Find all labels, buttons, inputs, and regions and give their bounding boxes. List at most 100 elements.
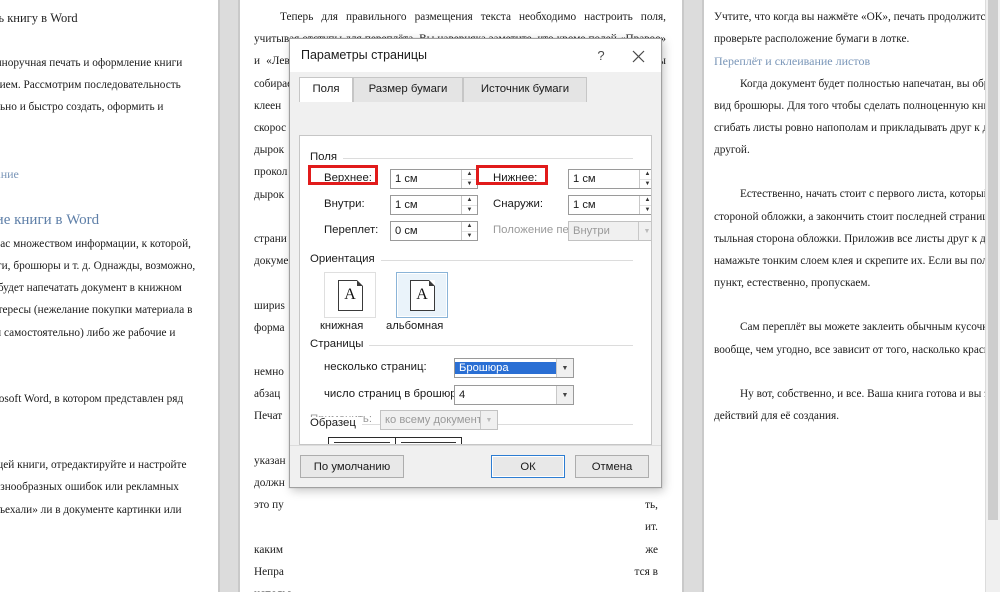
- chevron-down-icon[interactable]: ▼: [480, 411, 497, 429]
- spinner-down-icon[interactable]: ▼: [462, 232, 477, 241]
- document-paragraph: бдить нас множеством информации, к котор…: [0, 233, 218, 255]
- label-gutter: Переплет:: [324, 224, 378, 236]
- spinner-up-icon[interactable]: ▲: [462, 170, 477, 180]
- dialog-body: Поля Размер бумаги Источник бумаги Поля …: [290, 72, 661, 445]
- margins-row-inside: Внутри: ▲▼ Снаружи: ▲▼: [310, 195, 641, 215]
- input-gutter[interactable]: [391, 222, 461, 240]
- input-top-margin[interactable]: [391, 170, 461, 188]
- spinner-down-icon[interactable]: ▼: [640, 180, 652, 189]
- field-bottom-margin[interactable]: ▲▼: [568, 169, 652, 189]
- spinner-bottom-margin[interactable]: ▲▼: [639, 170, 652, 188]
- document-heading: сделать книгу в Word: [0, 6, 218, 30]
- page-setup-dialog[interactable]: Параметры страницы ? Поля Размер бумаги …: [289, 38, 662, 488]
- document-paragraph: ные интересы (нежелание покупки материал…: [0, 299, 218, 321]
- spinner-inside-margin[interactable]: ▲▼: [461, 196, 477, 214]
- field-top-margin[interactable]: ▲▼: [390, 169, 478, 189]
- document-text-fragment: Непра: [254, 561, 284, 583]
- field-gutter-position[interactable]: Внутри ▼: [568, 221, 652, 241]
- value-multiple-pages: Брошюра: [455, 362, 556, 374]
- document-paragraph: ей.: [0, 410, 218, 432]
- document-paragraph: Учтите, что когда вы нажмёте «ОК», печат…: [714, 6, 1000, 28]
- spinner-gutter[interactable]: ▲▼: [461, 222, 477, 240]
- paragraph-spacer: [0, 119, 218, 141]
- input-bottom-margin[interactable]: [569, 170, 639, 188]
- help-icon[interactable]: ?: [589, 46, 613, 66]
- document-paragraph: действий для её создания.: [714, 405, 1000, 427]
- value-sheets-per-booklet: 4: [455, 389, 556, 401]
- page-portrait-icon: A: [338, 280, 363, 311]
- document-text-fragment: использ: [254, 583, 292, 592]
- document-text-fragment: тся в: [635, 561, 658, 583]
- orientation-portrait[interactable]: A: [324, 272, 376, 318]
- document-column-left: сделать книгу в Wordобственноручная печа…: [0, 0, 218, 592]
- input-inside-margin[interactable]: [391, 196, 461, 214]
- orientation-landscape-label: альбомная: [386, 320, 443, 332]
- tab-margins[interactable]: Поля: [299, 77, 353, 102]
- document-paragraph: ет Microsoft Word, в котором представлен…: [0, 388, 218, 410]
- pages-group-header: Страницы: [310, 338, 641, 350]
- document-text-fragment: клеен: [254, 95, 281, 117]
- document-text-fragment: скорос: [254, 117, 286, 139]
- dialog-footer: По умолчанию ОК Отмена: [290, 445, 661, 487]
- chevron-down-icon[interactable]: ▼: [638, 222, 652, 240]
- label-inside-margin: Внутри:: [324, 198, 365, 210]
- group-rule: [310, 158, 633, 159]
- field-outside-margin[interactable]: ▲▼: [568, 195, 652, 215]
- paragraph-spacer: [0, 521, 218, 543]
- scrollbar-thumb[interactable]: [988, 0, 998, 520]
- document-text-fragment: же: [645, 539, 658, 561]
- paragraph-spacer: [0, 432, 218, 454]
- orientation-landscape[interactable]: A: [396, 272, 448, 318]
- chevron-down-icon[interactable]: ▼: [556, 386, 573, 404]
- document-paragraph: проверьте расположение бумаги в лотке.: [714, 28, 1000, 50]
- document-paragraph: м занятием. Рассмотрим последовательност…: [0, 74, 218, 96]
- spinner-up-icon[interactable]: ▲: [640, 196, 652, 206]
- spinner-top-margin[interactable]: ▲▼: [461, 170, 477, 188]
- cancel-button[interactable]: Отмена: [575, 455, 649, 478]
- field-sheets-per-booklet[interactable]: 4 ▼: [454, 385, 574, 405]
- spinner-down-icon[interactable]: ▼: [462, 206, 477, 215]
- document-paragraph: вообще, чем угодно, все зависит от того,…: [714, 339, 1000, 361]
- input-outside-margin[interactable]: [569, 196, 639, 214]
- document-text-fragment: прокол: [254, 161, 287, 183]
- document-text-fragment: каким: [254, 539, 283, 561]
- spinner-outside-margin[interactable]: ▲▼: [639, 196, 652, 214]
- field-multiple-pages[interactable]: Брошюра ▼: [454, 358, 574, 378]
- pages-group-label: Страницы: [310, 338, 369, 350]
- label-top-margin: Верхнее:: [324, 172, 372, 184]
- close-icon[interactable]: [623, 44, 653, 68]
- field-inside-margin[interactable]: ▲▼: [390, 195, 478, 215]
- defaults-button[interactable]: По умолчанию: [300, 455, 404, 478]
- spinner-down-icon[interactable]: ▼: [640, 206, 652, 215]
- value-apply-to: ко всему документу: [381, 414, 480, 426]
- field-gutter[interactable]: ▲▼: [390, 221, 478, 241]
- ok-button[interactable]: ОК: [491, 455, 565, 478]
- document-paragraph: Сам переплёт вы можете заклеить обычным …: [714, 316, 1000, 338]
- tab-paper-size[interactable]: Размер бумаги: [353, 77, 463, 102]
- dialog-tabs: Поля Размер бумаги Источник бумаги: [299, 77, 652, 102]
- document-paragraph: Естественно, начать стоит с первого лист…: [714, 183, 1000, 205]
- label-outside-margin: Снаружи:: [493, 198, 543, 210]
- document-text-fragment: немно: [254, 361, 284, 383]
- spinner-up-icon[interactable]: ▲: [640, 170, 652, 180]
- spinner-down-icon[interactable]: ▼: [462, 180, 477, 189]
- tab-paper-source[interactable]: Источник бумаги: [463, 77, 587, 102]
- document-text-fragment: указан: [254, 450, 286, 472]
- document-heading: мление книги в Word: [0, 207, 218, 233]
- spinner-up-icon[interactable]: ▲: [462, 222, 477, 232]
- paragraph-spacer: [714, 361, 1000, 383]
- paragraph-spacer: [0, 543, 218, 565]
- label-multiple-pages: несколько страниц:: [324, 361, 427, 373]
- document-paragraph: ит.: [254, 516, 666, 538]
- document-paragraph: ста можно переходить к настройке основны…: [0, 587, 218, 592]
- chevron-down-icon[interactable]: ▼: [556, 359, 573, 377]
- document-paragraph: нужно будет напечатать документ в книжно…: [0, 277, 218, 299]
- paragraph-spacer: [714, 294, 1000, 316]
- field-apply-to[interactable]: ко всему документу ▼: [380, 410, 498, 430]
- document-column-right: Учтите, что когда вы нажмёте «ОК», печат…: [704, 0, 1000, 592]
- vertical-scrollbar[interactable]: [985, 0, 1000, 592]
- document-text-fragment: докуме: [254, 250, 288, 272]
- spinner-up-icon[interactable]: ▲: [462, 196, 477, 206]
- label-bottom-margin: Нижнее:: [493, 172, 537, 184]
- preview-page-left: [329, 438, 396, 445]
